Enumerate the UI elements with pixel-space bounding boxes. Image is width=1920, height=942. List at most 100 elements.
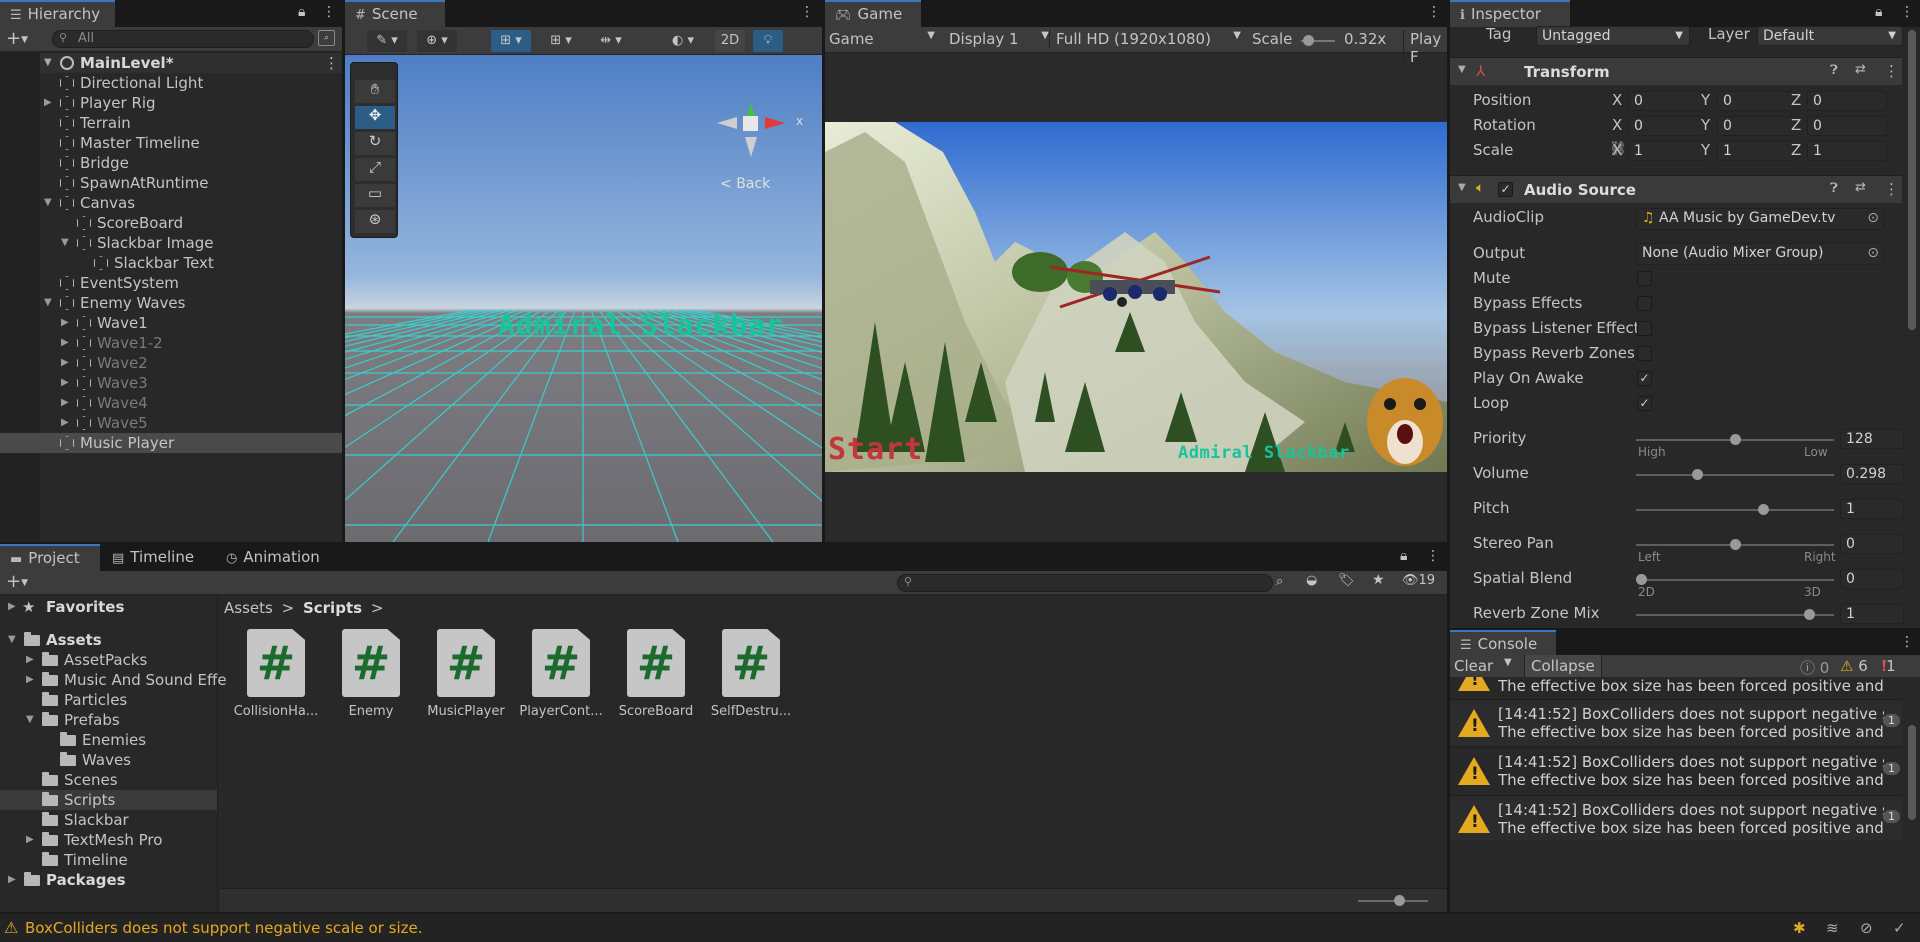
position-y-field[interactable]: 0 bbox=[1717, 91, 1795, 111]
cache-server-icon[interactable]: ≋ bbox=[1826, 919, 1839, 937]
console-scrollbar[interactable] bbox=[1908, 725, 1916, 820]
grid-snap-button[interactable]: ⊞ ▾ bbox=[541, 30, 581, 52]
warning-filter-button[interactable]: ⚠ 6 bbox=[1840, 657, 1868, 675]
draw-mode-button[interactable]: ✎ ▾ bbox=[367, 30, 407, 52]
audio-source-enabled-checkbox[interactable]: ✓ bbox=[1498, 182, 1513, 197]
hierarchy-item[interactable]: ▶ Wave1-2 bbox=[0, 333, 342, 353]
audio-toggle-checkbox[interactable] bbox=[1637, 321, 1652, 336]
hierarchy-item[interactable]: ▶ Wave3 bbox=[0, 373, 342, 393]
kebab-menu-icon[interactable]: ⋮ bbox=[800, 4, 814, 20]
tab-scene[interactable]: # Scene bbox=[345, 0, 445, 27]
fold-arrow-icon[interactable]: ▶ bbox=[44, 93, 52, 113]
icon-size-slider[interactable] bbox=[1358, 895, 1428, 906]
slider-knob[interactable] bbox=[1730, 539, 1741, 550]
slider-knob[interactable] bbox=[1692, 469, 1703, 480]
fold-arrow-icon[interactable]: ▶ bbox=[8, 870, 16, 890]
game-viewport[interactable] bbox=[825, 122, 1447, 472]
2d-toggle-button[interactable]: 2D bbox=[715, 30, 745, 52]
project-tree-item[interactable]: Timeline bbox=[0, 850, 217, 870]
kebab-menu-icon[interactable]: ⋮ bbox=[1426, 548, 1440, 564]
hierarchy-item[interactable]: ▶ Wave5 bbox=[0, 413, 342, 433]
display-dropdown[interactable]: Display 1 ▼ bbox=[949, 30, 1049, 48]
scale-tool-icon[interactable]: ⤢ bbox=[355, 158, 395, 181]
scene-menu-icon[interactable]: ⋮ bbox=[324, 53, 339, 73]
breadcrumb-assets[interactable]: Assets bbox=[224, 599, 273, 617]
axis-z-label[interactable]: Z bbox=[1791, 116, 1801, 134]
fold-arrow-icon[interactable]: ▶ bbox=[8, 597, 16, 617]
fold-arrow-icon[interactable]: ▼ bbox=[61, 233, 69, 253]
console-log-entry[interactable]: [14:41:52] BoxColliders does not support… bbox=[1450, 795, 1902, 841]
lighting-toggle-button[interactable]: 💡︎ bbox=[753, 30, 783, 52]
console-log-entry[interactable]: [14:41:52] BoxColliders does not support… bbox=[1450, 699, 1902, 745]
axis-y-label[interactable]: Y bbox=[1701, 141, 1710, 159]
audio-slider-value[interactable]: 1 bbox=[1840, 604, 1904, 624]
add-icon[interactable]: +▼ bbox=[6, 28, 28, 49]
fold-arrow-icon[interactable]: ▶ bbox=[61, 353, 69, 373]
audio-slider[interactable] bbox=[1636, 469, 1834, 480]
project-tree-item[interactable]: Scenes bbox=[0, 770, 217, 790]
scale-z-field[interactable]: 1 bbox=[1807, 141, 1887, 161]
add-icon[interactable]: +▼ bbox=[6, 571, 28, 592]
axis-x-label[interactable]: X bbox=[1612, 116, 1622, 134]
inspector-scrollbar[interactable] bbox=[1908, 30, 1916, 330]
axis-x-label[interactable]: X bbox=[1612, 91, 1622, 109]
clear-options-icon[interactable]: ▼ bbox=[1504, 657, 1512, 668]
transform-tool-icon[interactable]: ⊛ bbox=[355, 210, 395, 233]
help-icon[interactable]: ❓︎ bbox=[1830, 181, 1838, 196]
bug-icon[interactable]: ✱ bbox=[1793, 919, 1806, 937]
fold-arrow-icon[interactable]: ▼ bbox=[1458, 64, 1466, 75]
hierarchy-item[interactable]: Bridge bbox=[0, 153, 342, 173]
fold-arrow-icon[interactable]: ▼ bbox=[44, 193, 52, 213]
transform-header[interactable]: ▼ ⅄ Transform ❓︎ ⇄ ⋮ bbox=[1450, 57, 1902, 85]
hierarchy-item[interactable]: ▶ Wave4 bbox=[0, 393, 342, 413]
axis-y-label[interactable]: Y bbox=[1701, 116, 1710, 134]
lock-icon[interactable]: 🔒︎ bbox=[298, 4, 305, 20]
move-tool-icon[interactable]: ✥ bbox=[355, 106, 395, 129]
project-tree-item[interactable]: Enemies bbox=[0, 730, 217, 750]
audio-slider-value[interactable]: 1 bbox=[1840, 499, 1904, 519]
hand-tool-icon[interactable]: ✋︎ bbox=[355, 80, 395, 103]
project-tree-item[interactable]: ▶ AssetPacks bbox=[0, 650, 217, 670]
script-asset[interactable]: # Enemy bbox=[323, 624, 419, 724]
hierarchy-item[interactable]: EventSystem bbox=[0, 273, 342, 293]
audioclip-field[interactable]: ♫ AA Music by GameDev.tv ⊙ bbox=[1636, 208, 1884, 230]
audio-slider[interactable] bbox=[1636, 609, 1834, 620]
hierarchy-item[interactable]: ▼ Enemy Waves bbox=[0, 293, 342, 313]
fold-arrow-icon[interactable]: ▶ bbox=[26, 650, 34, 670]
game-mode-dropdown[interactable]: Game ▼ bbox=[829, 30, 941, 48]
hierarchy-item[interactable]: ▶ Wave1 bbox=[0, 313, 342, 333]
component-menu-icon[interactable]: ⋮ bbox=[1884, 62, 1899, 80]
audio-source-header[interactable]: ▼ 🔈︎ ✓ Audio Source ❓︎ ⇄ ⋮ bbox=[1450, 175, 1902, 203]
constrain-proportions-icon[interactable]: ⛓︎ bbox=[1609, 141, 1627, 157]
project-tree-item[interactable]: ▶ Packages bbox=[0, 870, 217, 890]
label-filter-icon[interactable]: 🏷︎ bbox=[1338, 573, 1355, 588]
hierarchy-item[interactable]: ▼ Canvas bbox=[0, 193, 342, 213]
tab-project[interactable]: ▬ Project bbox=[0, 544, 100, 571]
hierarchy-item[interactable]: ▼ Slackbar Image bbox=[0, 233, 342, 253]
fold-arrow-icon[interactable]: ▶ bbox=[61, 333, 69, 353]
snap-button[interactable]: ⊞ ▾ bbox=[491, 30, 531, 52]
audio-slider[interactable] bbox=[1636, 434, 1834, 445]
fold-arrow-icon[interactable]: ▶ bbox=[26, 670, 34, 690]
progress-check-icon[interactable]: ✓ bbox=[1893, 919, 1906, 937]
hierarchy-search-field[interactable]: ⚲ All bbox=[52, 30, 314, 48]
tab-timeline[interactable]: ▤ Timeline bbox=[102, 544, 212, 571]
audio-slider[interactable] bbox=[1636, 539, 1834, 550]
slider-knob[interactable] bbox=[1636, 574, 1647, 585]
rotate-tool-icon[interactable]: ↻ bbox=[355, 132, 395, 155]
favorite-star-icon[interactable]: ★ bbox=[1372, 572, 1385, 588]
scene-back-button[interactable]: < Back bbox=[720, 176, 770, 192]
tab-hierarchy[interactable]: ☰ Hierarchy bbox=[0, 0, 115, 27]
axis-y-label[interactable]: Y bbox=[1701, 91, 1710, 109]
audio-toggle-checkbox[interactable] bbox=[1637, 296, 1652, 311]
search-options-icon[interactable]: ⌕ bbox=[318, 30, 335, 46]
audio-slider-value[interactable]: 0 bbox=[1840, 534, 1904, 554]
script-asset[interactable]: # MusicPlayer bbox=[418, 624, 514, 724]
rotation-z-field[interactable]: 0 bbox=[1807, 116, 1887, 136]
object-picker-icon[interactable]: ⊙ bbox=[1867, 209, 1879, 227]
status-message[interactable]: BoxColliders does not support negative s… bbox=[25, 919, 423, 937]
lock-icon[interactable]: 🔒︎ bbox=[1875, 4, 1882, 20]
project-tree-item[interactable]: Scripts bbox=[0, 790, 217, 810]
play-focus-dropdown[interactable]: Play F bbox=[1403, 30, 1447, 66]
audio-slider-value[interactable]: 128 bbox=[1840, 429, 1904, 449]
